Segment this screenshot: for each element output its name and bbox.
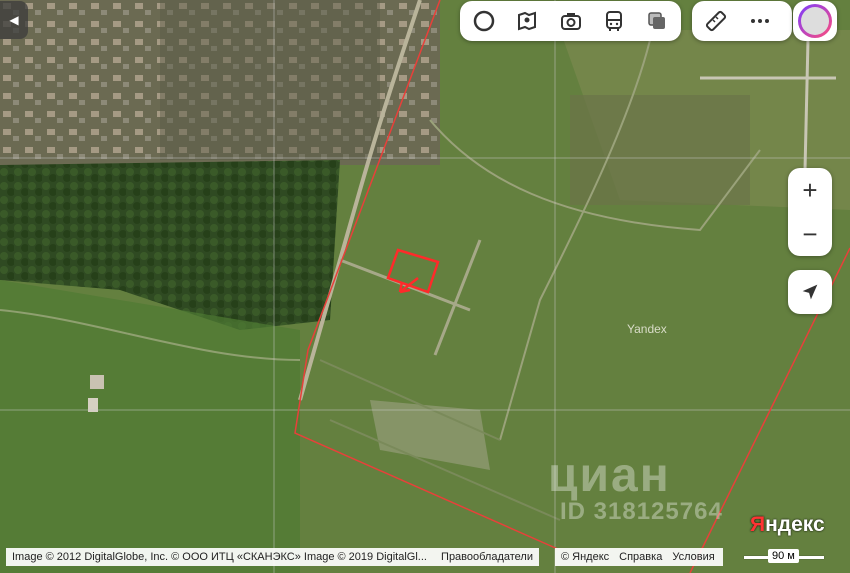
attribution-text: Image © 2012 DigitalGlobe, Inc. © ООО ИТ… (12, 551, 427, 563)
bus-icon (605, 11, 622, 31)
location-arrow-icon (802, 284, 818, 300)
ruler-icon (705, 10, 727, 32)
cian-id-watermark: ID 318125764 (560, 498, 723, 525)
street-photos-button[interactable] (505, 1, 548, 41)
copyright-link[interactable]: © Яндекс (561, 551, 609, 563)
map-tools-toolbar (692, 1, 792, 41)
panorama-icon (473, 10, 494, 32)
yandex-logo: Яндекс (750, 513, 825, 536)
layers-button[interactable] (636, 1, 679, 41)
cian-watermark: циан (548, 449, 671, 502)
layers-icon (648, 12, 666, 29)
footer-links: © Яндекс Справка Условия (555, 548, 723, 566)
ruler-button[interactable] (694, 1, 738, 41)
zoom-control: + − (788, 168, 832, 256)
my-location-button[interactable] (788, 270, 832, 314)
scale-label: 90 м (768, 549, 799, 563)
map-tile-label: Yandex (627, 322, 667, 336)
satellite-map[interactable] (0, 0, 850, 573)
more-button[interactable] (738, 1, 782, 41)
map-attribution: Image © 2012 DigitalGlobe, Inc. © ООО ИТ… (6, 548, 539, 566)
transport-button[interactable] (592, 1, 635, 41)
rights-holders-link[interactable]: Правообладатели (441, 551, 533, 563)
profile-button[interactable] (793, 1, 837, 41)
street-photo-icon (518, 11, 537, 31)
camera-icon (560, 13, 581, 30)
collapse-panel-button[interactable]: ◀ (0, 1, 28, 39)
map-layers-toolbar (460, 1, 681, 41)
avatar (798, 4, 832, 38)
chevron-left-icon: ◀ (9, 13, 19, 27)
zoom-in-button[interactable]: + (788, 168, 832, 212)
scale-bar: 90 м (744, 548, 824, 566)
zoom-out-button[interactable]: − (788, 212, 832, 256)
panorama-button[interactable] (462, 1, 505, 41)
terms-link[interactable]: Условия (672, 551, 714, 563)
more-icon (751, 19, 769, 23)
photos-button[interactable] (549, 1, 592, 41)
help-link[interactable]: Справка (619, 551, 662, 563)
